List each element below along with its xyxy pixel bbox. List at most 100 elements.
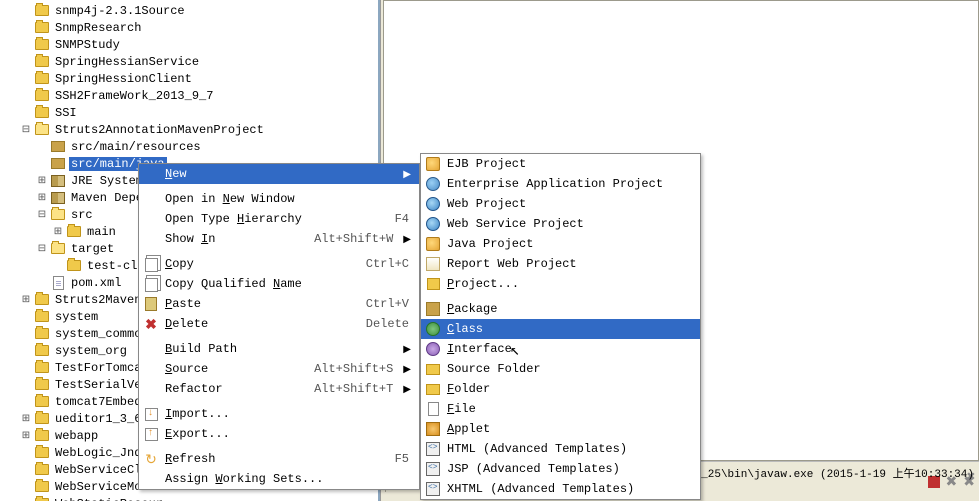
menu-item-source[interactable]: SourceAlt+Shift+S▶: [139, 359, 419, 379]
tree-spacer: [18, 326, 34, 342]
folder-open-icon: [50, 241, 66, 257]
menu-item-label: Open in New Window: [161, 192, 415, 206]
tree-item[interactable]: SSI: [2, 104, 378, 121]
menu-item-refresh[interactable]: ↻RefreshF5: [139, 449, 419, 469]
menu-item-open-type-hierarchy[interactable]: Open Type HierarchyF4: [139, 209, 419, 229]
expand-icon[interactable]: [18, 428, 34, 444]
lib-icon-icon: [50, 173, 66, 189]
import-icon: [141, 405, 161, 423]
blank-icon: [141, 470, 161, 488]
context-menu-new[interactable]: EJB ProjectEnterprise Application Projec…: [420, 153, 701, 500]
menu-item-label: JSP (Advanced Templates): [443, 462, 696, 476]
menu-item-export[interactable]: Export...: [139, 424, 419, 444]
folder-closed-icon: [34, 445, 50, 461]
menu-item-copy[interactable]: CopyCtrl+C: [139, 254, 419, 274]
folder-closed-icon: [34, 88, 50, 104]
menu-item-folder[interactable]: Folder: [421, 379, 700, 399]
folder-closed-icon: [34, 462, 50, 478]
menu-item-label: HTML (Advanced Templates): [443, 442, 696, 456]
tree-spacer: [18, 377, 34, 393]
menu-item-show-in[interactable]: Show InAlt+Shift+W▶: [139, 229, 419, 249]
folder-closed-icon: [66, 258, 82, 274]
menu-item-label: Build Path: [161, 342, 399, 356]
tree-item[interactable]: WebStaticResour: [2, 495, 378, 501]
menu-item-import[interactable]: Import...: [139, 404, 419, 424]
menu-item-label: Interface: [443, 342, 696, 356]
tree-item[interactable]: snmp4j-2.3.1Source: [2, 2, 378, 19]
menu-item-label: Source: [161, 362, 314, 376]
folder-closed-icon: [34, 394, 50, 410]
menu-item-enterprise-application-project[interactable]: Enterprise Application Project: [421, 174, 700, 194]
menu-item-applet[interactable]: Applet: [421, 419, 700, 439]
folder-closed-icon: [34, 3, 50, 19]
menu-item-paste[interactable]: PasteCtrl+V: [139, 294, 419, 314]
tree-item-label: snmp4j-2.3.1Source: [53, 4, 187, 18]
menu-item-open-in-new-window[interactable]: Open in New Window: [139, 189, 419, 209]
collapse-icon[interactable]: [18, 122, 34, 138]
tree-item-label: webapp: [53, 429, 100, 443]
html-icon: [423, 440, 443, 458]
tree-item-label: system_common: [53, 327, 151, 341]
menu-item-label: Project...: [443, 277, 696, 291]
lib-icon-icon: [50, 190, 66, 206]
menu-item-label: Refactor: [161, 382, 314, 396]
expand-icon[interactable]: [34, 173, 50, 189]
menu-item-package[interactable]: Package: [421, 299, 700, 319]
context-menu-main[interactable]: New▶Open in New WindowOpen Type Hierarch…: [138, 163, 420, 490]
tree-spacer: [18, 462, 34, 478]
menu-separator: [165, 401, 417, 402]
tree-item[interactable]: Struts2AnnotationMavenProject: [2, 121, 378, 138]
menu-item-delete[interactable]: ✖DeleteDelete: [139, 314, 419, 334]
folder-open-icon: [50, 207, 66, 223]
menu-item-label: Package: [443, 302, 696, 316]
submenu-arrow-icon: ▶: [399, 364, 415, 375]
menu-item-label: New: [161, 167, 399, 181]
expand-icon[interactable]: [18, 411, 34, 427]
menu-item-jsp-advanced-templates[interactable]: JSP (Advanced Templates): [421, 459, 700, 479]
menu-item-refactor[interactable]: RefactorAlt+Shift+T▶: [139, 379, 419, 399]
tree-item[interactable]: SpringHessionClient: [2, 70, 378, 87]
expand-icon[interactable]: [34, 190, 50, 206]
menu-item-ejb-project[interactable]: EJB Project: [421, 154, 700, 174]
menu-item-label: Java Project: [443, 237, 696, 251]
menu-item-project[interactable]: Project...: [421, 274, 700, 294]
menu-item-new[interactable]: New▶: [139, 164, 419, 184]
tree-item[interactable]: src/main/resources: [2, 138, 378, 155]
tree-item[interactable]: SnmpResearch: [2, 19, 378, 36]
menu-item-copy-qualified-name[interactable]: Copy Qualified Name: [139, 274, 419, 294]
expand-icon[interactable]: [50, 224, 66, 240]
menu-item-file[interactable]: File: [421, 399, 700, 419]
menu-item-source-folder[interactable]: Source Folder: [421, 359, 700, 379]
tree-item[interactable]: SSH2FrameWork_2013_9_7: [2, 87, 378, 104]
menu-item-report-web-project[interactable]: Report Web Project: [421, 254, 700, 274]
menu-item-label: Paste: [161, 297, 366, 311]
collapse-icon[interactable]: [34, 207, 50, 223]
folder-closed-icon: [34, 360, 50, 376]
menu-item-interface[interactable]: Interface: [421, 339, 700, 359]
menu-item-class[interactable]: Class: [421, 319, 700, 339]
menu-item-build-path[interactable]: Build Path▶: [139, 339, 419, 359]
tree-item[interactable]: SpringHessianService: [2, 53, 378, 70]
tree-item[interactable]: SNMPStudy: [2, 36, 378, 53]
tree-spacer: [18, 479, 34, 495]
menu-item-label: Assign Working Sets...: [161, 472, 415, 486]
menu-item-label: Report Web Project: [443, 257, 696, 271]
folder-closed-icon: [34, 411, 50, 427]
menu-item-assign-working-sets[interactable]: Assign Working Sets...: [139, 469, 419, 489]
menu-item-java-project[interactable]: Java Project: [421, 234, 700, 254]
menu-item-web-service-project[interactable]: Web Service Project: [421, 214, 700, 234]
file-icon-icon: [50, 275, 66, 291]
menu-item-label: Refresh: [161, 452, 395, 466]
blank-icon: [141, 190, 161, 208]
tree-item-label: SSH2FrameWork_2013_9_7: [53, 89, 215, 103]
tree-item-label: src/main/resources: [69, 140, 203, 154]
menu-item-html-advanced-templates[interactable]: HTML (Advanced Templates): [421, 439, 700, 459]
tree-spacer: [34, 139, 50, 155]
expand-icon[interactable]: [18, 292, 34, 308]
tree-item-label: system_org: [53, 344, 129, 358]
collapse-icon[interactable]: [34, 241, 50, 257]
menu-item-web-project[interactable]: Web Project: [421, 194, 700, 214]
folder-closed-icon: [34, 496, 50, 501]
menu-item-xhtml-advanced-templates[interactable]: XHTML (Advanced Templates): [421, 479, 700, 499]
menu-item-label: Export...: [161, 427, 415, 441]
